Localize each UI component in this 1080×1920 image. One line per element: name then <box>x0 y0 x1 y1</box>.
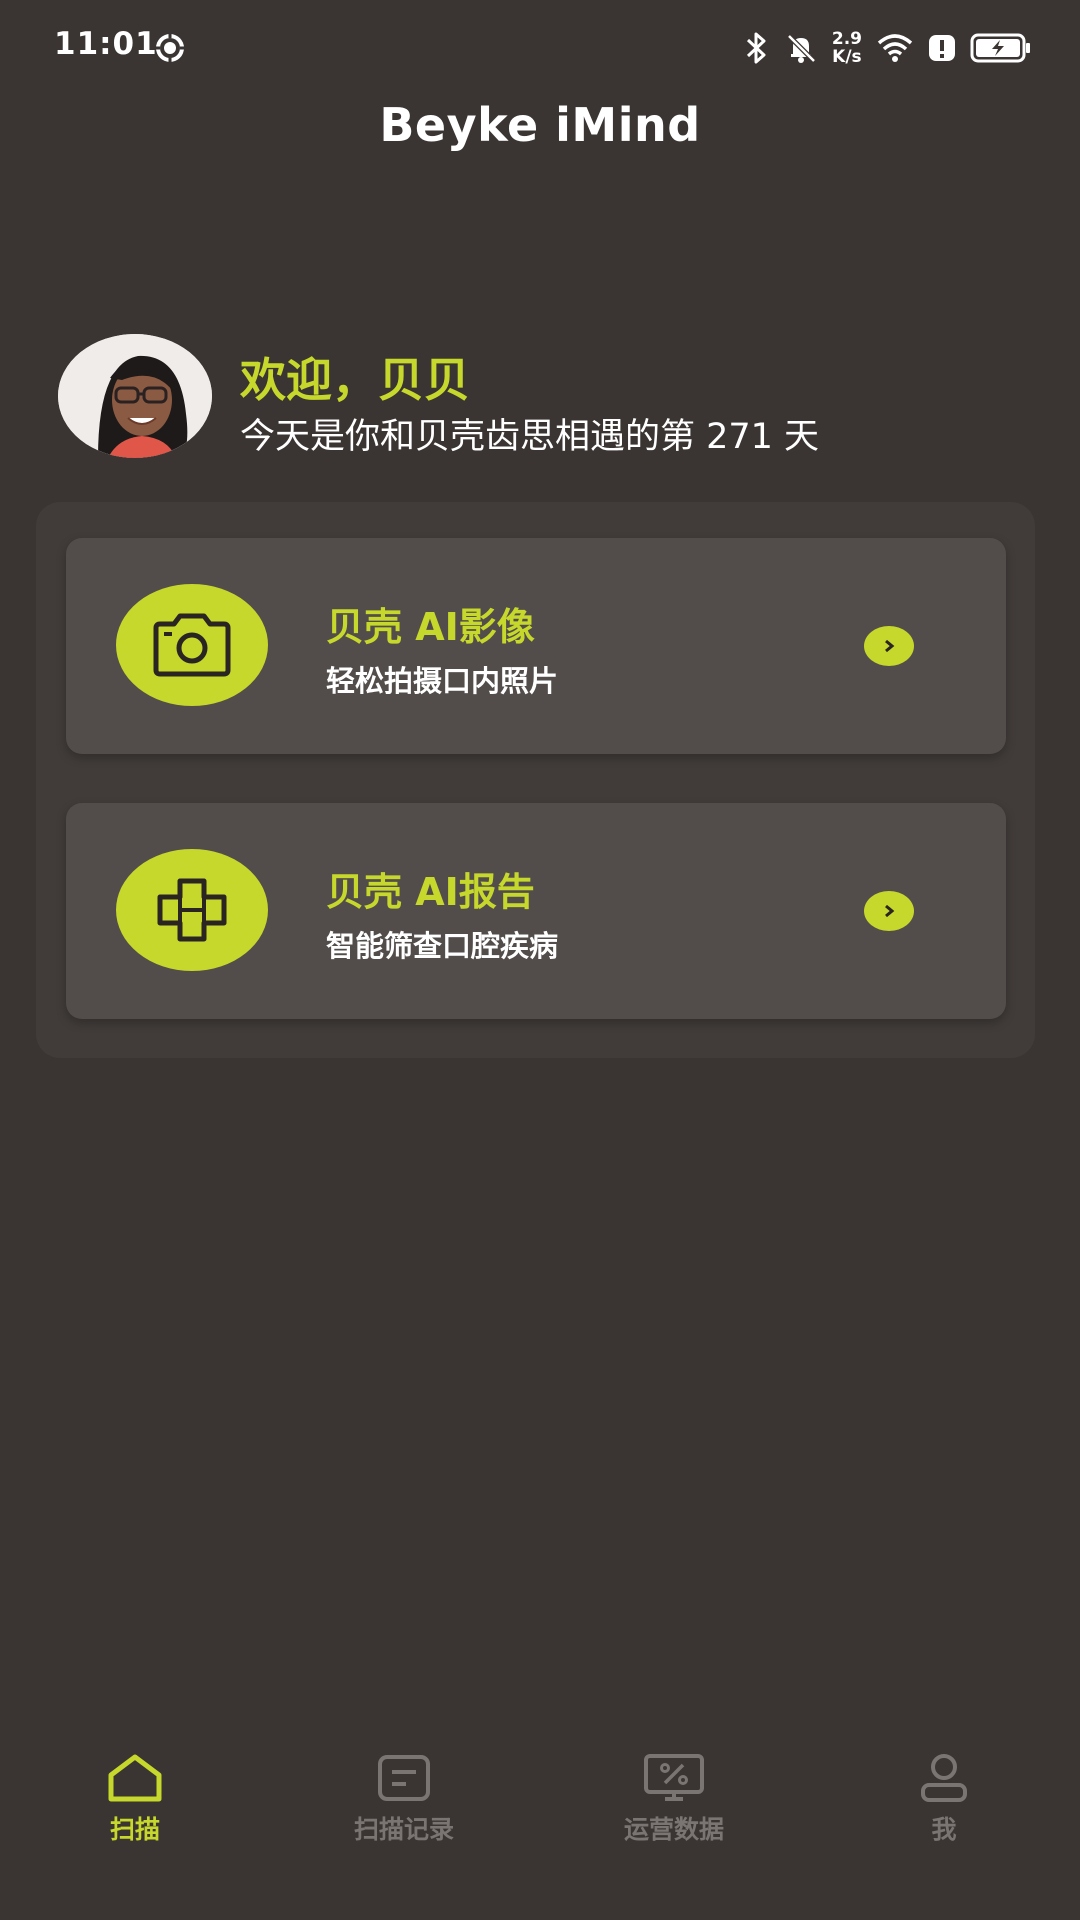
settings-gear-icon <box>152 30 188 66</box>
ai-imaging-title: 贝壳 AI影像 <box>326 605 535 649</box>
status-bar: 11:01 2.9 K/s <box>0 0 1080 96</box>
net-speed-unit: K/s <box>832 47 862 67</box>
bluetooth-icon <box>744 31 770 65</box>
ai-report-card[interactable]: 贝壳 AI报告 智能筛查口腔疾病 <box>66 803 1006 1019</box>
status-icons: 2.9 K/s <box>744 24 1032 72</box>
battery-charging-icon <box>970 32 1032 64</box>
nav-label-scan-records: 扫描记录 <box>353 1815 454 1844</box>
net-speed: 2.9 K/s <box>832 30 862 66</box>
ai-report-title: 贝壳 AI报告 <box>326 870 535 914</box>
mute-bell-icon <box>784 31 818 65</box>
nav-label-me: 我 <box>931 1815 957 1844</box>
status-time: 11:01 <box>54 26 158 62</box>
nav-item-me[interactable]: 我 <box>844 1750 1044 1846</box>
cross-report-icon <box>116 849 268 971</box>
nav-item-scan-records[interactable]: 扫描记录 <box>304 1750 504 1846</box>
app-title: Beyke iMind <box>379 98 701 152</box>
nav-label-operations-data: 运营数据 <box>623 1815 724 1844</box>
welcome-subtitle: 今天是你和贝壳齿思相遇的第 271 天 <box>240 417 820 457</box>
avatar[interactable] <box>58 334 212 458</box>
bottom-nav: 扫描 扫描记录 运营数据 我 <box>0 1750 1080 1890</box>
nav-label-scan: 扫描 <box>109 1815 160 1844</box>
net-speed-value: 2.9 <box>831 29 862 49</box>
screen: 11:01 2.9 K/s Beyke iMind 欢迎，贝贝 今天是你和贝壳齿… <box>0 0 1080 1920</box>
chevron-right-icon[interactable] <box>864 891 914 931</box>
ai-imaging-card[interactable]: 贝壳 AI影像 轻松拍摄口内照片 <box>66 538 1006 754</box>
record-list-icon <box>372 1750 436 1806</box>
welcome-title: 欢迎，贝贝 <box>240 353 470 407</box>
nav-item-operations-data[interactable]: 运营数据 <box>574 1750 774 1846</box>
user-icon <box>912 1750 976 1806</box>
operations-data-icon <box>642 1750 706 1806</box>
wifi-icon <box>876 33 914 63</box>
ai-imaging-subtitle: 轻松拍摄口内照片 <box>326 664 559 698</box>
nav-item-scan[interactable]: 扫描 <box>35 1750 235 1846</box>
home-icon <box>103 1750 167 1806</box>
chevron-right-icon[interactable] <box>864 626 914 666</box>
ai-report-subtitle: 智能筛查口腔疾病 <box>326 929 559 963</box>
alert-icon <box>928 33 956 63</box>
camera-icon <box>116 584 268 706</box>
